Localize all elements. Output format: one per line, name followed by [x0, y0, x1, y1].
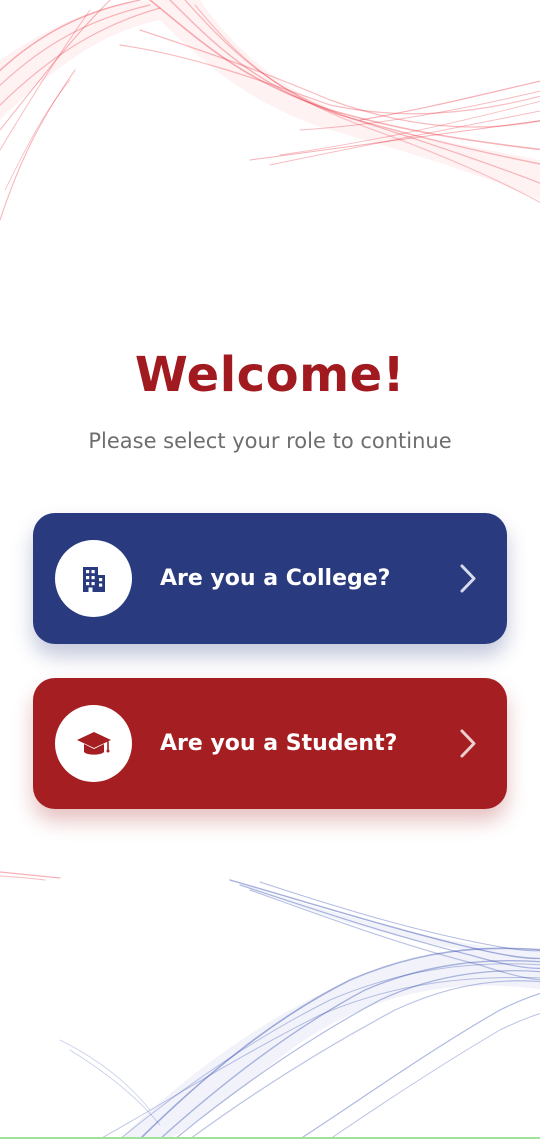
student-role-label: Are you a Student?: [160, 731, 398, 756]
decorative-blue-wave: [0, 871, 540, 1139]
welcome-subtitle: Please select your role to continue: [88, 429, 452, 453]
college-role-label: Are you a College?: [160, 566, 391, 591]
college-role-button[interactable]: Are you a College?: [33, 513, 507, 644]
building-icon: [82, 566, 105, 592]
student-icon-circle: [55, 705, 132, 782]
chevron-right-icon: [460, 729, 476, 758]
decorative-red-wave: [0, 0, 540, 221]
student-role-button[interactable]: Are you a Student?: [33, 678, 507, 809]
graduation-cap-icon: [76, 731, 111, 755]
welcome-title: Welcome!: [134, 347, 406, 403]
chevron-right-icon: [460, 564, 476, 593]
college-icon-circle: [55, 540, 132, 617]
